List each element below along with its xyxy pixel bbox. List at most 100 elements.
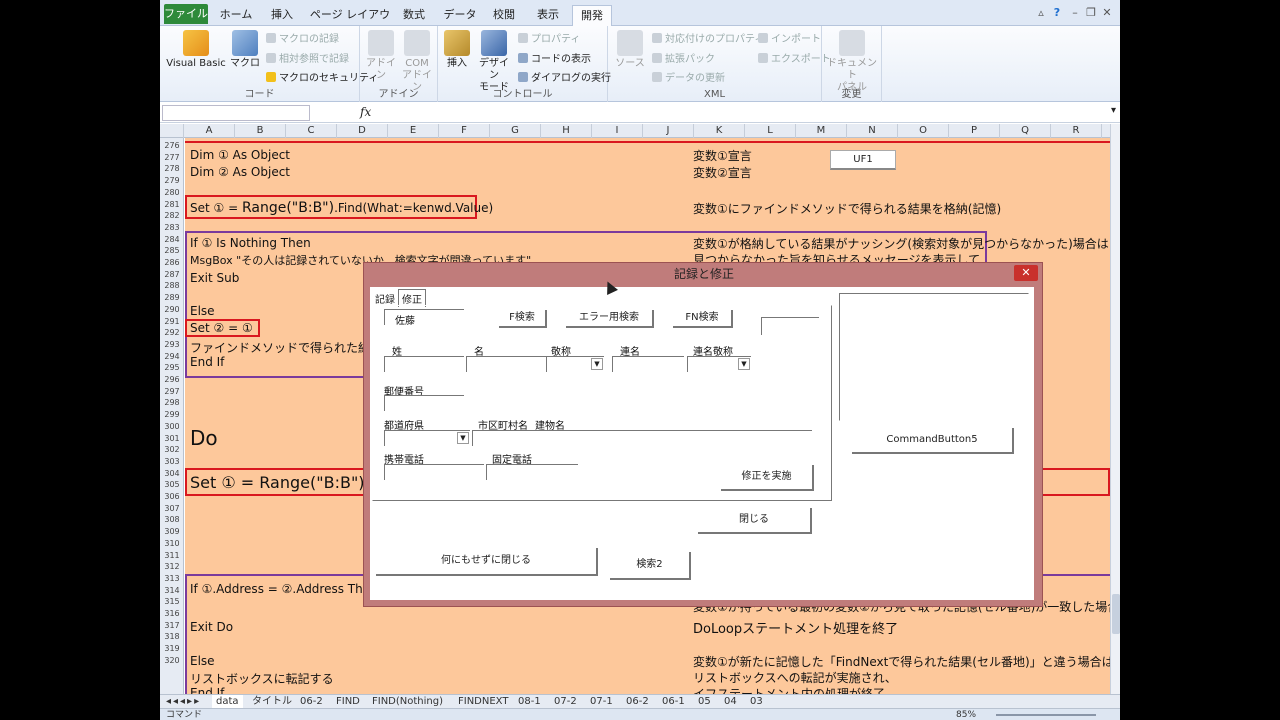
column-header[interactable]: C (286, 124, 337, 138)
cell-dim1[interactable]: Dim ① As Object (190, 148, 290, 162)
row-header[interactable]: 316 (160, 609, 183, 618)
row-header[interactable]: 280 (160, 188, 183, 197)
macro-button[interactable]: マクロ (230, 30, 260, 70)
column-header[interactable]: K (694, 124, 745, 138)
cell-set-next[interactable]: Set ① = Range("B:B"). (190, 473, 370, 492)
tab-data[interactable]: データ (440, 5, 480, 26)
tab-insert[interactable]: 挿入 (264, 5, 300, 26)
keisho-combo[interactable]: ▼ (546, 356, 604, 372)
column-header[interactable]: G (490, 124, 541, 138)
cell-if-desc[interactable]: 変数①が格納している結果がナッシング(検索対象が見つからなかった)場合は (693, 235, 1109, 252)
row-header[interactable]: 301 (160, 434, 183, 443)
row-header[interactable]: 319 (160, 644, 183, 653)
row-header[interactable]: 306 (160, 492, 183, 501)
column-header[interactable]: Q (1000, 124, 1051, 138)
search2-button[interactable]: 検索2 (610, 552, 691, 580)
cell-else2-desc[interactable]: 変数①が新たに記憶した「FindNextで得られた結果(セル番地)」と違う場合は (693, 653, 1110, 670)
formula-expand-icon[interactable]: ▾ (1111, 105, 1116, 116)
listbox[interactable] (839, 293, 1029, 421)
row-header[interactable]: 309 (160, 527, 183, 536)
sheet-tab[interactable]: 07-1 (586, 695, 617, 709)
row-header[interactable]: 307 (160, 504, 183, 513)
zoom-slider[interactable] (996, 714, 1096, 716)
fx-icon[interactable]: fx (360, 105, 371, 119)
fn-search-button[interactable]: FN検索 (673, 310, 733, 328)
cell-decl2[interactable]: 変数②宣言 (693, 164, 752, 181)
renmei-keisho-combo[interactable]: ▼ (687, 356, 751, 372)
sheet-tab[interactable]: 03 (746, 695, 767, 709)
cell-exit-sub[interactable]: Exit Sub (190, 271, 239, 285)
tab-review[interactable]: 校閲 (486, 5, 522, 26)
cell-if-address[interactable]: If ①.Address = ②.Address Then (190, 582, 378, 596)
row-header[interactable]: 288 (160, 281, 183, 290)
row-header[interactable]: 281 (160, 200, 183, 209)
cell-endif[interactable]: End If (190, 355, 224, 369)
sheet-tab[interactable]: タイトル (248, 695, 296, 709)
expansion-pack-button[interactable]: 拡張パック (652, 50, 715, 65)
cell-do[interactable]: Do (190, 426, 218, 450)
row-header[interactable]: 283 (160, 223, 183, 232)
row-header[interactable]: 310 (160, 539, 183, 548)
apply-modify-button[interactable]: 修正を実施 (721, 465, 814, 491)
error-search-button[interactable]: エラー用検索 (566, 310, 654, 328)
sheet-tab[interactable]: 06-2 (622, 695, 653, 709)
sei-input[interactable] (384, 356, 464, 372)
row-header[interactable]: 287 (160, 270, 183, 279)
row-header[interactable]: 304 (160, 469, 183, 478)
visual-basic-button[interactable]: Visual Basic (166, 30, 226, 70)
vertical-scrollbar[interactable] (1110, 124, 1120, 694)
column-header[interactable]: O (898, 124, 949, 138)
minimize-ribbon-icon[interactable]: ▵ (1034, 6, 1048, 20)
row-header[interactable]: 291 (160, 317, 183, 326)
address-input[interactable] (472, 430, 812, 446)
row-header[interactable]: 317 (160, 621, 183, 630)
cell-exit-do-desc[interactable]: DoLoopステートメント処理を終了 (693, 618, 898, 637)
column-header[interactable]: P (949, 124, 1000, 138)
row-header[interactable]: 296 (160, 375, 183, 384)
row-header[interactable]: 277 (160, 153, 183, 162)
cell-set-find[interactable]: Set ① = Range("B:B").Find(What:=kenwd.Va… (190, 200, 493, 216)
minimize-icon[interactable]: – (1068, 6, 1082, 20)
row-header[interactable]: 297 (160, 387, 183, 396)
row-header[interactable]: 312 (160, 562, 183, 571)
renmei-input[interactable] (612, 356, 684, 372)
tab-view[interactable]: 表示 (530, 5, 566, 26)
help-icon[interactable]: ? (1050, 6, 1064, 20)
column-header[interactable]: R (1051, 124, 1102, 138)
properties-button[interactable]: プロパティ (518, 30, 580, 45)
row-header[interactable]: 315 (160, 597, 183, 606)
zoom-level[interactable]: 85% (956, 709, 976, 720)
tab-developer[interactable]: 開発 (572, 5, 612, 26)
chevron-down-icon[interactable]: ▼ (457, 432, 469, 444)
row-header[interactable]: 276 (160, 141, 183, 150)
import-button[interactable]: インポート (758, 30, 821, 45)
row-header[interactable]: 282 (160, 211, 183, 220)
refresh-data-button[interactable]: データの更新 (652, 69, 725, 84)
row-header[interactable]: 311 (160, 551, 183, 560)
tab-file[interactable]: ファイル (164, 4, 208, 24)
row-header[interactable]: 294 (160, 352, 183, 361)
dialog-close-button[interactable]: ✕ (1014, 265, 1038, 281)
scroll-thumb[interactable] (1112, 594, 1120, 634)
column-header[interactable]: E (388, 124, 439, 138)
tab-page-layout[interactable]: ページ レイアウト (308, 5, 392, 40)
cell-listbox-desc[interactable]: リストボックスへの転記が実施され、 (693, 669, 897, 686)
cell-if-nothing[interactable]: If ① Is Nothing Then (190, 236, 311, 250)
row-header[interactable]: 284 (160, 235, 183, 244)
view-code-button[interactable]: コードの表示 (518, 50, 591, 65)
export-button[interactable]: エクスポート (758, 50, 831, 65)
column-header[interactable]: I (592, 124, 643, 138)
row-header[interactable]: 289 (160, 293, 183, 302)
sheet-tab[interactable]: 08-1 (514, 695, 545, 709)
cell-endif2[interactable]: End If (190, 686, 224, 694)
sheet-tab[interactable]: FIND (332, 695, 364, 709)
close-button[interactable]: 閉じる (698, 508, 812, 534)
tab-home[interactable]: ホーム (216, 5, 256, 26)
row-header[interactable]: 293 (160, 340, 183, 349)
side-input[interactable] (761, 317, 819, 335)
cell-listbox[interactable]: リストボックスに転記する (190, 670, 334, 687)
row-header[interactable]: 295 (160, 363, 183, 372)
cell-exit-do[interactable]: Exit Do (190, 620, 233, 634)
row-header[interactable]: 298 (160, 398, 183, 407)
command-button-5[interactable]: CommandButton5 (852, 428, 1014, 454)
